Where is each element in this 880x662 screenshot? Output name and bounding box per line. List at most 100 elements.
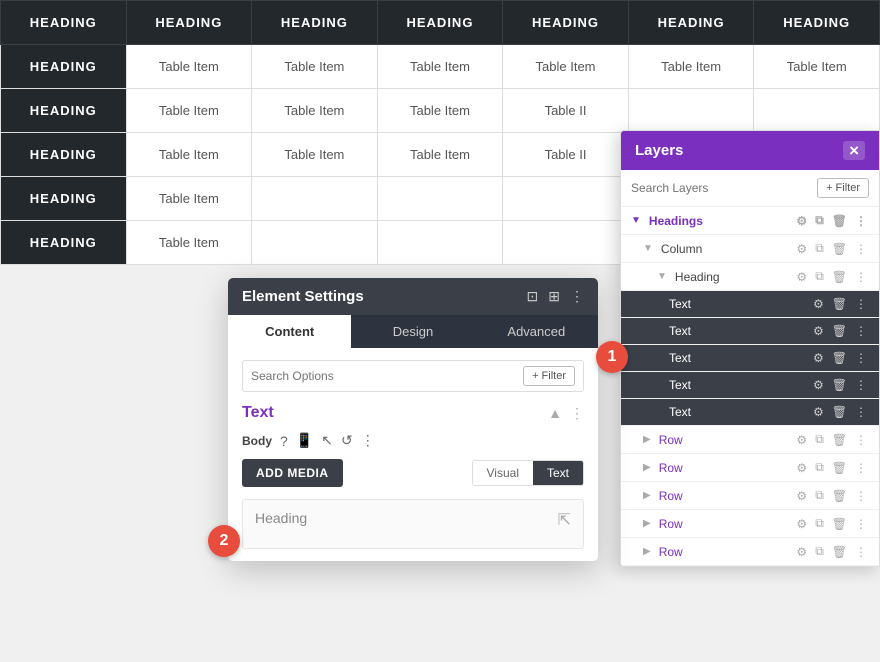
settings-icon[interactable]: ⚙ (794, 488, 809, 504)
settings-icon[interactable]: ⚙ (794, 432, 809, 448)
settings-icon[interactable]: ⚙ (794, 516, 809, 532)
more-icon[interactable]: ⋮ (853, 516, 869, 532)
trash-icon[interactable]: 🗑 (830, 460, 849, 476)
content-editor-area[interactable]: Heading ⇱ (242, 499, 584, 549)
more-options-icon[interactable]: ⋮ (570, 288, 584, 305)
more-icon[interactable]: ⋮ (853, 377, 869, 393)
trash-icon[interactable]: 🗑 (830, 213, 849, 229)
layer-item-text-5[interactable]: Text ⚙ 🗑 ⋮ (621, 399, 879, 426)
settings-icon[interactable]: ⚙ (794, 544, 809, 560)
copy-icon[interactable]: ⧉ (813, 240, 826, 257)
more-icon[interactable]: ⋮ (853, 544, 869, 560)
layer-item-text-1[interactable]: Text ⚙ 🗑 ⋮ (621, 291, 879, 318)
trash-icon[interactable]: 🗑 (830, 323, 849, 339)
layer-item-row-1[interactable]: ▶ Row ⚙ ⧉ 🗑 ⋮ (621, 426, 879, 454)
more-icon[interactable]: ⋮ (853, 241, 869, 257)
add-media-button[interactable]: ADD MEDIA (242, 459, 343, 487)
layers-close-button[interactable]: × (843, 141, 865, 160)
settings-icon[interactable]: ⚙ (811, 296, 826, 312)
layers-filter-button[interactable]: + Filter (817, 178, 869, 198)
more-icon[interactable]: ⋮ (853, 432, 869, 448)
section-more-icon[interactable]: ⋮ (570, 405, 584, 422)
visual-tab[interactable]: Visual (473, 461, 533, 485)
more-icon[interactable]: ⋮ (853, 269, 869, 285)
collapse-icon[interactable]: ▲ (548, 405, 562, 421)
expand-content-icon[interactable]: ⇱ (558, 510, 571, 530)
more-icon[interactable]: ⋮ (853, 213, 869, 229)
layer-label: Row (659, 489, 791, 503)
table-row: HEADING Table Item Table Item Table Item… (1, 89, 880, 133)
view-tabs: Visual Text (472, 460, 584, 486)
table-cell: Table Item (126, 89, 252, 133)
copy-icon[interactable]: ⧉ (813, 543, 826, 560)
layer-item-text-2[interactable]: Text ⚙ 🗑 ⋮ (621, 318, 879, 345)
filter-label: Filter (542, 370, 566, 382)
table-cell (628, 89, 754, 133)
settings-icon[interactable]: ⚙ (794, 460, 809, 476)
layer-label: Text (669, 324, 807, 338)
trash-icon[interactable]: 🗑 (830, 516, 849, 532)
settings-icon[interactable]: ⚙ (811, 350, 826, 366)
layer-item-row-5[interactable]: ▶ Row ⚙ ⧉ 🗑 ⋮ (621, 538, 879, 566)
text-tab[interactable]: Text (533, 461, 583, 485)
trash-icon[interactable]: 🗑 (830, 269, 849, 285)
settings-icon[interactable]: ⚙ (794, 241, 809, 257)
expand-icon[interactable]: ⊞ (548, 288, 560, 305)
copy-icon[interactable]: ⧉ (813, 268, 826, 285)
more-icon[interactable]: ⋮ (853, 323, 869, 339)
more-icon[interactable]: ⋮ (853, 350, 869, 366)
trash-icon[interactable]: 🗑 (830, 350, 849, 366)
header-icons: ⊡ ⊞ ⋮ (527, 288, 584, 305)
layer-item-column[interactable]: ▼ Column ⚙ ⧉ 🗑 ⋮ (621, 235, 879, 263)
col-heading-6: HEADING (628, 1, 754, 45)
trash-icon[interactable]: 🗑 (830, 432, 849, 448)
trash-icon[interactable]: 🗑 (830, 488, 849, 504)
layer-item-row-3[interactable]: ▶ Row ⚙ ⧉ 🗑 ⋮ (621, 482, 879, 510)
layer-icons: ⚙ 🗑 ⋮ (811, 377, 869, 393)
tab-content[interactable]: Content (228, 315, 351, 348)
layers-search-input[interactable] (631, 181, 811, 195)
toolbar-more-icon[interactable]: ⋮ (361, 432, 375, 449)
trash-icon[interactable]: 🗑 (830, 296, 849, 312)
chevron-icon: ▶ (643, 518, 651, 529)
trash-icon[interactable]: 🗑 (830, 377, 849, 393)
layer-item-row-4[interactable]: ▶ Row ⚙ ⧉ 🗑 ⋮ (621, 510, 879, 538)
layer-item-row-2[interactable]: ▶ Row ⚙ ⧉ 🗑 ⋮ (621, 454, 879, 482)
table-cell: Table Item (252, 45, 378, 89)
more-icon[interactable]: ⋮ (853, 296, 869, 312)
copy-icon[interactable]: ⧉ (813, 487, 826, 504)
layers-header: Layers × (621, 131, 879, 170)
search-options-input[interactable] (251, 369, 517, 383)
more-icon[interactable]: ⋮ (853, 488, 869, 504)
tab-design[interactable]: Design (351, 315, 474, 348)
layer-item-text-4[interactable]: Text ⚙ 🗑 ⋮ (621, 372, 879, 399)
help-icon[interactable]: ? (280, 433, 288, 449)
layer-item-headings[interactable]: ▼ Headings ⚙ ⧉ 🗑 ⋮ (621, 207, 879, 235)
trash-icon[interactable]: 🗑 (830, 404, 849, 420)
trash-icon[interactable]: 🗑 (830, 544, 849, 560)
text-section-header: Text ▲ ⋮ (242, 404, 584, 422)
settings-icon[interactable]: ⚙ (794, 269, 809, 285)
copy-icon[interactable]: ⧉ (813, 431, 826, 448)
settings-icon[interactable]: ⚙ (794, 213, 809, 229)
layer-item-text-3[interactable]: Text ⚙ 🗑 ⋮ (621, 345, 879, 372)
settings-icon[interactable]: ⚙ (811, 323, 826, 339)
minimize-icon[interactable]: ⊡ (527, 288, 539, 305)
tab-advanced[interactable]: Advanced (475, 315, 598, 348)
undo-icon[interactable]: ↺ (341, 432, 353, 449)
copy-icon[interactable]: ⧉ (813, 459, 826, 476)
trash-icon[interactable]: 🗑 (830, 241, 849, 257)
layer-item-heading[interactable]: ▼ Heading ⚙ ⧉ 🗑 ⋮ (621, 263, 879, 291)
settings-icon[interactable]: ⚙ (811, 377, 826, 393)
col-heading-5: HEADING (503, 1, 629, 45)
copy-icon[interactable]: ⧉ (813, 212, 826, 229)
options-filter-button[interactable]: + Filter (523, 366, 575, 386)
more-icon[interactable]: ⋮ (853, 404, 869, 420)
col-heading-3: HEADING (252, 1, 378, 45)
cursor-icon[interactable]: ↖ (321, 432, 333, 449)
more-icon[interactable]: ⋮ (853, 460, 869, 476)
mobile-icon[interactable]: 📱 (296, 432, 313, 449)
layer-icons: ⚙ 🗑 ⋮ (811, 296, 869, 312)
copy-icon[interactable]: ⧉ (813, 515, 826, 532)
settings-icon[interactable]: ⚙ (811, 404, 826, 420)
